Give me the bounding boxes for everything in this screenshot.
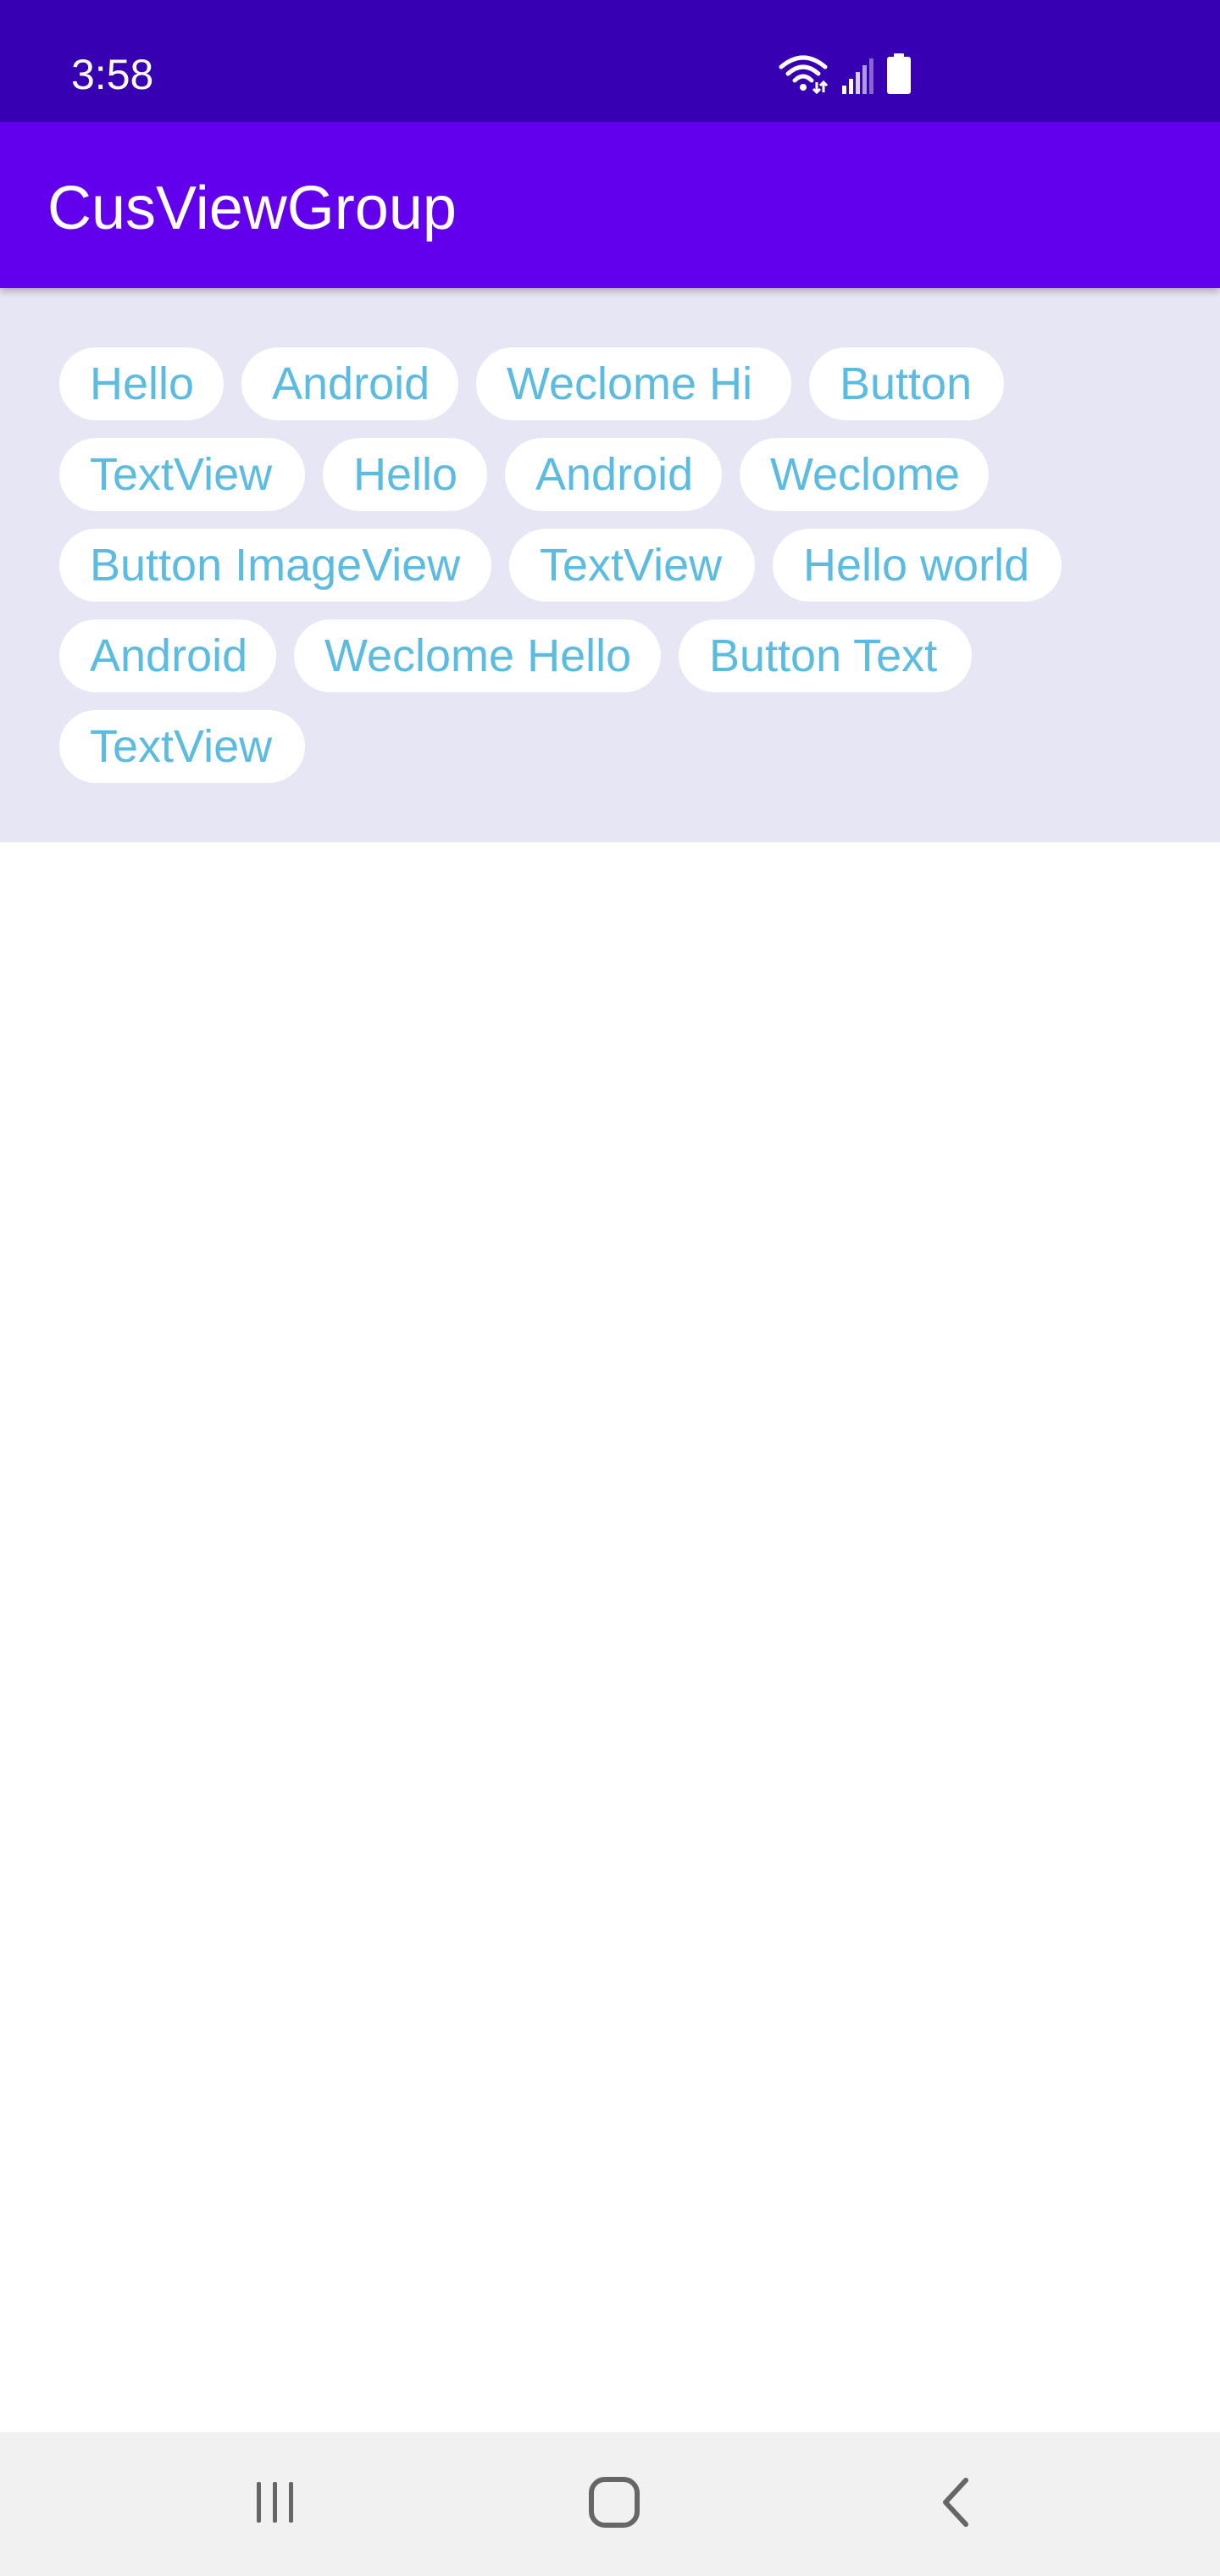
tag-item[interactable]: Hello (59, 347, 224, 420)
tag-item[interactable]: Weclome Hi (476, 347, 791, 420)
tag-item[interactable]: Android (505, 438, 722, 511)
tag-item[interactable]: Android (59, 619, 276, 692)
tag-item[interactable]: Weclome Hello (294, 619, 661, 692)
tag-flow-layout: Hello Android Weclome Hi Button TextView… (0, 288, 1220, 842)
back-button[interactable] (896, 2449, 1015, 2559)
signal-icon (840, 57, 874, 98)
tag-item[interactable]: Button Text (679, 619, 972, 692)
home-button[interactable] (555, 2449, 674, 2559)
recent-apps-icon (250, 2479, 301, 2530)
tag-item[interactable]: Hello world (773, 529, 1062, 602)
tag-item[interactable]: Android (241, 347, 458, 420)
navigation-bar (0, 2432, 1220, 2576)
app-title: CusViewGroup (47, 175, 457, 242)
tag-item[interactable]: Hello (323, 438, 487, 511)
tag-item[interactable]: TextView (59, 438, 305, 511)
wifi-icon (778, 53, 829, 98)
back-icon (935, 2475, 976, 2534)
tag-item[interactable]: TextView (59, 710, 305, 783)
status-time: 3:58 (71, 51, 154, 98)
tag-item[interactable]: Button (809, 347, 1004, 420)
status-bar: 3:58 (0, 0, 1220, 122)
tag-item[interactable]: Button ImageView (59, 529, 491, 602)
status-icons (778, 51, 912, 98)
battery-icon (886, 53, 912, 98)
app-bar: CusViewGroup (0, 122, 1220, 288)
tag-item[interactable]: Weclome (740, 438, 989, 511)
tag-item[interactable]: TextView (509, 529, 755, 602)
recent-apps-button[interactable] (216, 2449, 335, 2559)
home-icon (587, 2475, 641, 2534)
